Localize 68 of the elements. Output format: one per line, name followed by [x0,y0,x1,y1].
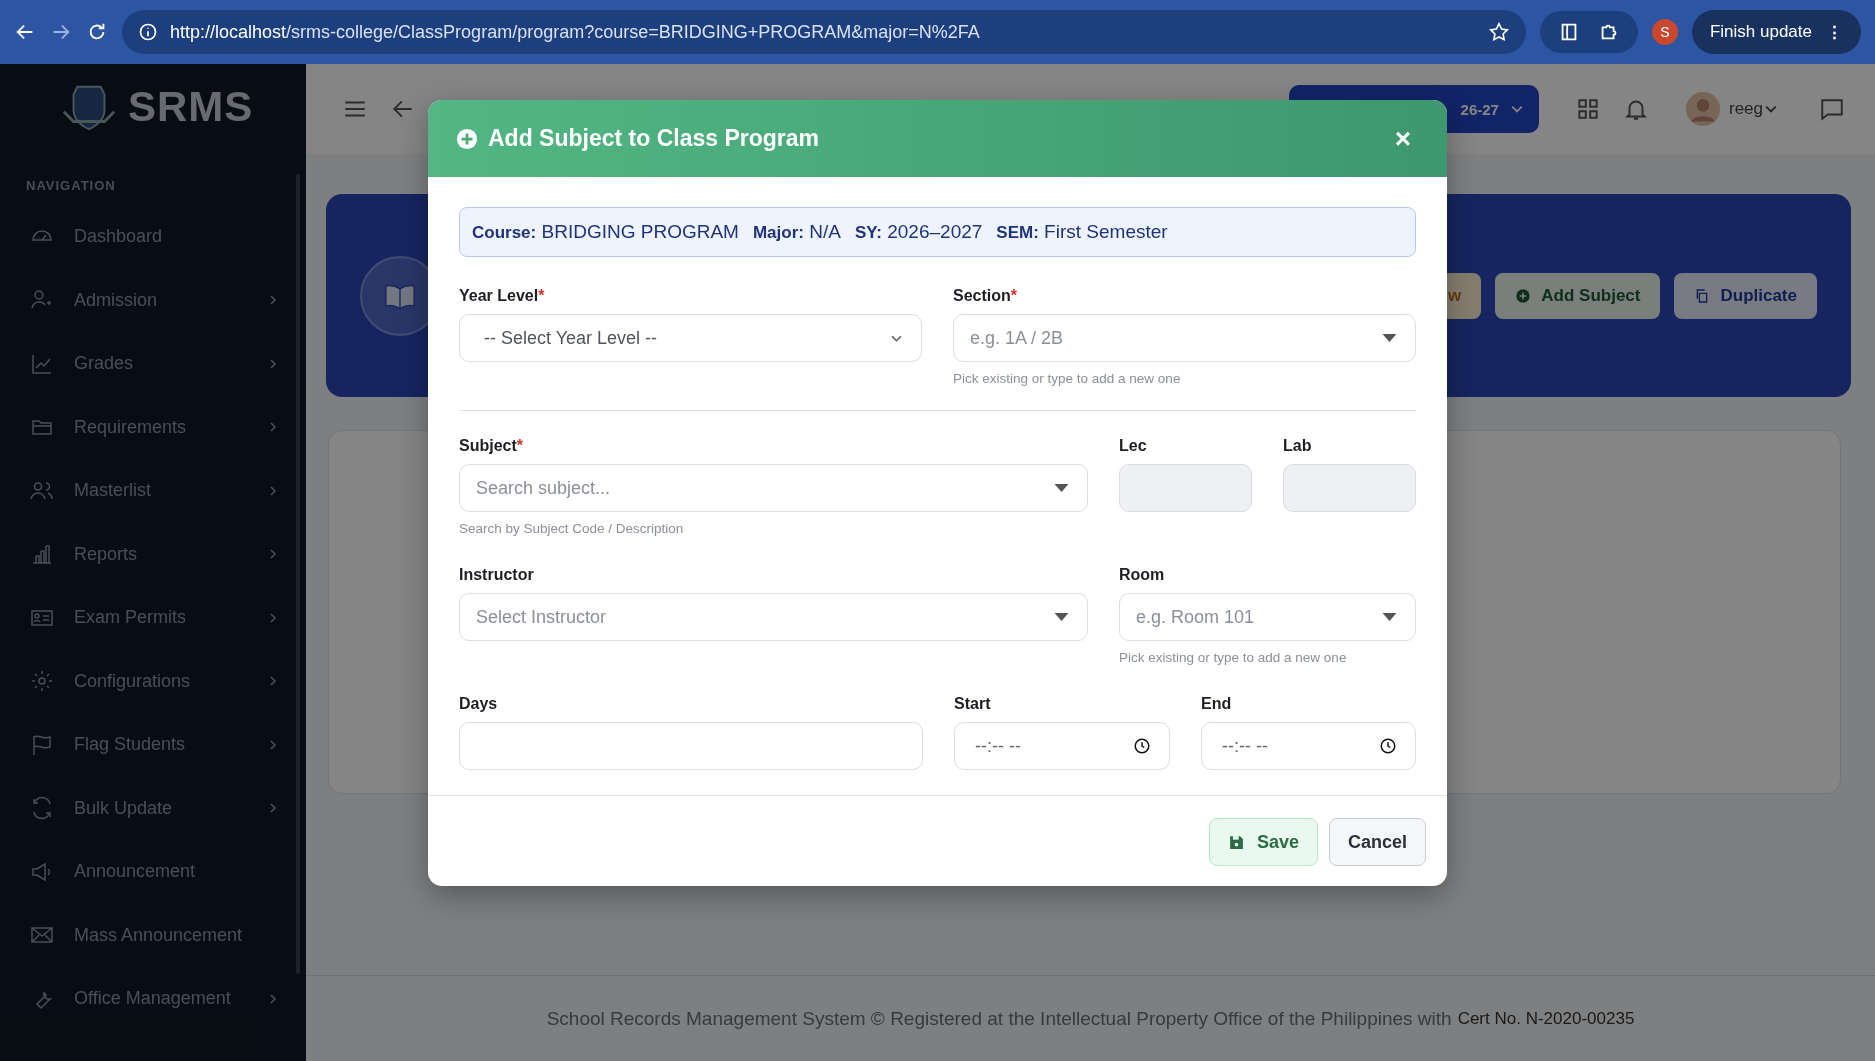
star-icon[interactable] [1487,21,1510,43]
info-icon[interactable] [138,22,158,42]
sidebar-item[interactable]: Mass Announcement [0,903,306,967]
modal-title: Add Subject to Class Program [488,125,820,152]
combobox-field[interactable]: Search subject... [459,464,1088,512]
field-hint: Pick existing or type to add a new one [1119,650,1348,665]
chevron-down-icon [1510,103,1523,115]
banner-button[interactable]: Duplicate [1674,272,1817,319]
avatar-silhouette[interactable] [1684,91,1721,127]
refresh-icon [30,796,54,821]
field-hint: Search by Subject Code / Description [459,521,685,536]
program-info-text: SY: 2026–2027 [854,221,983,243]
logo-text: SRMS [128,83,254,131]
chevron-down-icon [1765,103,1777,115]
sidebar-item[interactable]: Bulk Update [0,776,306,840]
time-field[interactable]: --:-- -- [1201,722,1416,770]
caret-down-icon [1382,334,1397,342]
nav-section-label: NAVIGATION [25,177,117,195]
program-info-text: SEM: First Semester [996,221,1168,243]
user-menu[interactable]: reeg [1728,99,1763,119]
sidebar-item[interactable]: Office Management [0,967,306,1031]
finish-update-button[interactable]: Finish update ⋮ [1691,10,1861,54]
sidebar-item[interactable]: Flag Students [0,713,306,777]
banner-button[interactable]: Add Subject [1495,272,1661,319]
combobox-field[interactable]: e.g. 1A / 2B [953,314,1416,362]
field-label: Start [954,695,992,713]
save-button[interactable]: Save [1208,818,1318,866]
sidebar-item[interactable]: Admission [0,268,306,332]
clock-icon [1379,737,1397,755]
field-label: Instructor [459,566,535,584]
footer-text: School Records Management System © Registered at the Intellectual Property Office of the Philippines with Cert No. N-2020-00235 [306,975,1875,1061]
caret-down-icon [1382,613,1397,621]
close-button[interactable]: × [1388,122,1417,155]
field-label: Days [459,695,499,713]
sidebar-item[interactable]: Announcement [0,840,306,904]
field-label: Year Level* [459,287,546,305]
input-field[interactable] [459,722,923,770]
sidebar-item[interactable]: Exam Permits [0,586,306,650]
plus-circle-icon [456,127,478,150]
bar-chart-icon [30,542,54,567]
program-info-text: Major: N/A [752,221,841,243]
time-field[interactable]: --:-- -- [954,722,1170,770]
field-hint: Pick existing or type to add a new one [953,371,1182,386]
plus-circle-icon [1515,287,1532,304]
program-info-text: Course: BRIDGING PROGRAM [472,221,739,243]
combobox-field[interactable]: e.g. Room 101 [1119,593,1416,641]
address-bar[interactable]: http://localhost/srms-college/ClassProgram/program?course=BRIDGING+PROGRAM&major=N%2FA [122,10,1526,54]
field-label: Lec [1119,437,1148,455]
sidebar-item[interactable]: Configurations [0,649,306,713]
caret-down-icon [1054,613,1069,621]
field-label: Room [1119,566,1166,584]
field-label: End [1201,695,1233,713]
combobox-field[interactable]: Select Instructor [459,593,1088,641]
field-label: Subject* [459,437,525,455]
profile-avatar[interactable]: S [1651,19,1678,45]
dropdown-select[interactable]: -- Select Year Level -- [459,314,922,362]
sidebar-item[interactable]: Masterlist [0,459,306,523]
cancel-button[interactable]: Cancel [1328,818,1426,866]
sidebar-item[interactable]: Grades [0,332,306,396]
gear-icon [30,669,54,694]
field-label: Section* [953,287,1019,305]
chat-icon[interactable] [1819,96,1845,122]
caret-down-icon [1054,484,1069,492]
sidebar-item[interactable]: Dashboard [0,205,306,269]
sidebar-item[interactable]: Reports [0,522,306,586]
sidebar-item[interactable]: Requirements [0,395,306,459]
field-label: Lab [1283,437,1313,455]
clock-icon [1133,737,1151,755]
